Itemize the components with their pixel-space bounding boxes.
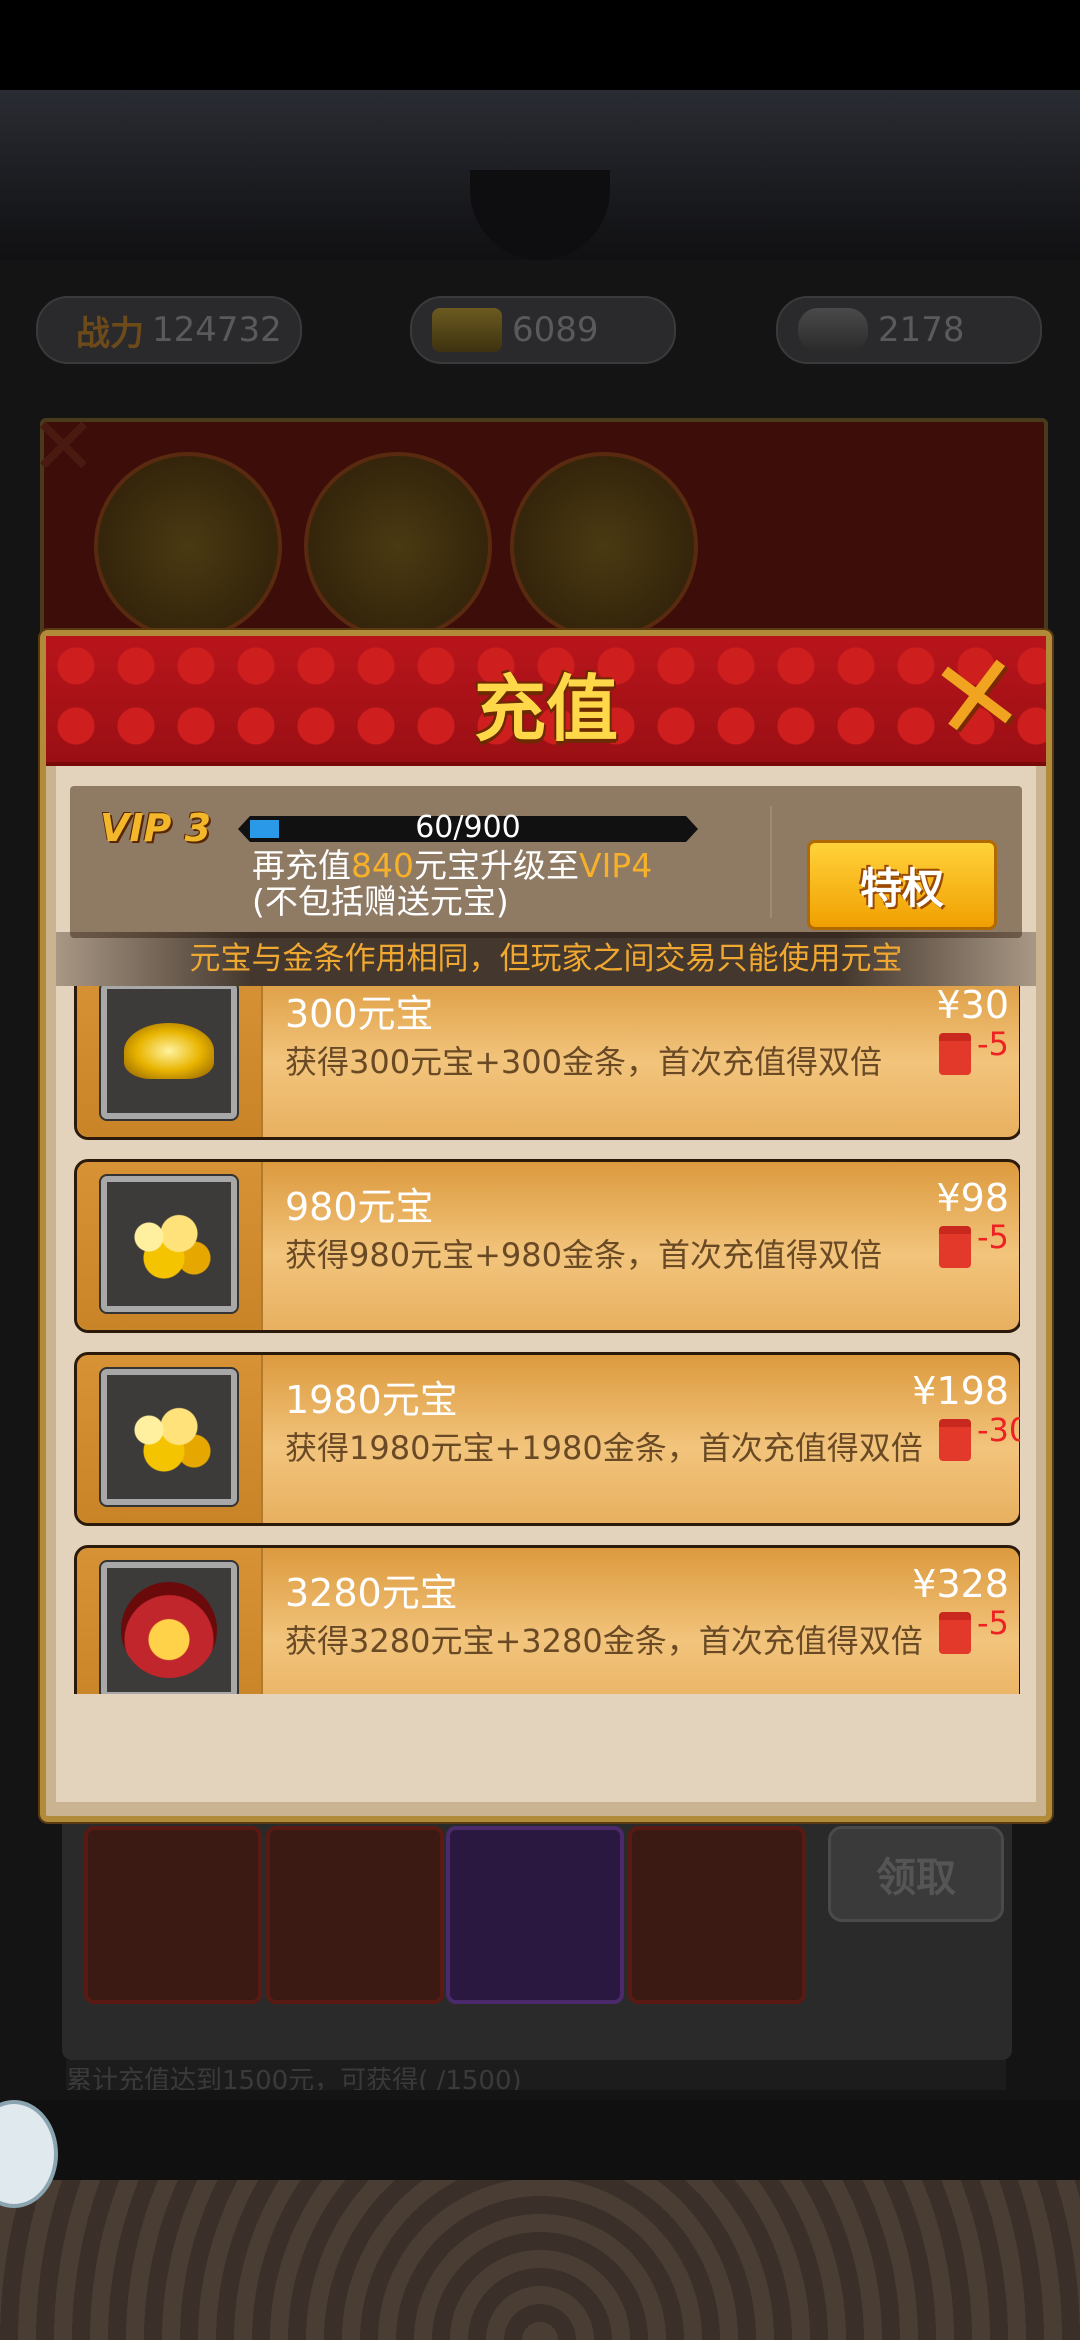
gem-chest-icon[interactable] — [446, 1826, 624, 2004]
vip-progress-text: 60/900 — [415, 810, 521, 845]
vip-msg-prefix: 再充值 — [252, 846, 351, 885]
vip-level-label: VIP 3 — [100, 806, 212, 850]
wave-pattern-footer — [0, 2180, 1080, 2340]
silver-value: 2178 — [878, 310, 965, 350]
dialog-title: 充值 — [473, 667, 618, 751]
package-desc: 获得3280元宝+3280金条，首次充值得双倍 — [285, 1622, 923, 1660]
package-title: 300元宝 — [285, 992, 434, 1036]
package-icon-box — [77, 986, 263, 1137]
gold-bar-icon — [432, 308, 502, 352]
package-row[interactable]: 300元宝 获得300元宝+300金条，首次充值得双倍 ¥30 -5 — [74, 986, 1020, 1140]
package-discount: -5 — [977, 1604, 1009, 1642]
package-title: 3280元宝 — [285, 1571, 458, 1615]
gold-chest-icon[interactable] — [628, 1826, 806, 2004]
dialog-footer — [70, 1694, 1022, 1788]
gold-ingot-icon — [101, 986, 237, 1119]
roof-header — [0, 90, 1080, 260]
power-value: 124732 — [152, 310, 282, 350]
stats-row: 战力 124732 6089 2178 — [0, 296, 1080, 366]
red-envelope-icon — [939, 1226, 971, 1268]
package-price: ¥198 — [912, 1369, 1009, 1413]
bottom-tab-row — [0, 2100, 1080, 2180]
package-price: ¥98 — [936, 1176, 1009, 1220]
claim-button[interactable]: 领取 — [828, 1826, 1004, 1922]
vip-msg-target: VIP4 — [579, 846, 653, 885]
package-icon-box — [77, 1355, 263, 1523]
recharge-dialog: 充值 ✕ VIP 3 60/900 再充值840元宝升级至VIP4 (不包括赠送… — [40, 627, 1052, 1822]
package-desc: 获得300元宝+300金条，首次充值得双倍 — [285, 1043, 882, 1081]
package-price: ¥328 — [912, 1562, 1009, 1606]
event-tree-icon[interactable] — [94, 452, 282, 640]
banner-close-icon: ✕ — [30, 400, 98, 493]
package-discount: -5 — [977, 1025, 1009, 1063]
event-banner — [40, 418, 1048, 656]
cumulative-recharge-text: 累计充值达到1500元，可获得( /1500) — [66, 2060, 1006, 2090]
power-label: 战力 — [76, 313, 144, 354]
vip-msg-note: (不包括赠送元宝) — [252, 882, 509, 921]
privilege-button[interactable]: 特权 — [807, 840, 997, 930]
treasure-bag-icon — [101, 1562, 237, 1694]
package-title: 980元宝 — [285, 1185, 434, 1229]
red-envelope-icon — [939, 1419, 971, 1461]
package-icon-box — [77, 1162, 263, 1330]
notice-banner: 元宝与金条作用相同，但玩家之间交易只能使用元宝 — [56, 932, 1036, 986]
vip-divider — [770, 806, 772, 918]
package-title: 1980元宝 — [285, 1378, 458, 1422]
gold-coins-icon — [101, 1369, 237, 1505]
roof-ornament — [470, 170, 610, 260]
package-price: ¥30 — [936, 986, 1009, 1027]
package-row[interactable]: 980元宝 获得980元宝+980金条，首次充值得双倍 ¥98 -5 — [74, 1159, 1020, 1333]
dialog-header: 充值 ✕ — [46, 627, 1046, 767]
gold-value: 6089 — [512, 310, 599, 350]
package-row[interactable]: 3280元宝 获得3280元宝+3280金条，首次充值得双倍 ¥328 -5 — [74, 1545, 1020, 1694]
red-envelope-icon — [939, 1033, 971, 1075]
silver-ingot-icon — [798, 308, 868, 352]
vip-msg-amount: 840 — [351, 846, 414, 885]
gold-stat: 6089 — [410, 296, 676, 364]
silver-stat: 2178 — [776, 296, 1042, 364]
package-discount: -30 — [977, 1411, 1020, 1449]
power-stat: 战力 124732 — [36, 296, 302, 364]
package-icon-box — [77, 1548, 263, 1694]
gold-ingot-pile-icon — [101, 1176, 237, 1312]
package-row[interactable]: 1980元宝 获得1980元宝+1980金条，首次充值得双倍 ¥198 -30 — [74, 1352, 1020, 1526]
package-discount: -5 — [977, 1218, 1009, 1256]
event-shop-icon[interactable] — [510, 452, 698, 640]
status-bar-area — [0, 0, 1080, 90]
chest-icon[interactable] — [266, 1826, 444, 2004]
event-online-icon[interactable] — [304, 452, 492, 640]
red-envelope-icon — [939, 1612, 971, 1654]
package-desc: 获得1980元宝+1980金条，首次充值得双倍 — [285, 1429, 923, 1467]
dialog-body: VIP 3 60/900 再充值840元宝升级至VIP4 (不包括赠送元宝) 特… — [56, 766, 1036, 1802]
vip-upgrade-message: 再充值840元宝升级至VIP4 (不包括赠送元宝) — [252, 848, 672, 920]
vip-panel: VIP 3 60/900 再充值840元宝升级至VIP4 (不包括赠送元宝) 特… — [70, 786, 1022, 938]
close-icon[interactable]: ✕ — [915, 627, 1039, 767]
chest-icon[interactable] — [84, 1826, 262, 2004]
vip-msg-middle: 元宝升级至 — [414, 846, 579, 885]
package-desc: 获得980元宝+980金条，首次充值得双倍 — [285, 1236, 882, 1274]
package-list[interactable]: 300元宝 获得300元宝+300金条，首次充值得双倍 ¥30 -5 980元宝… — [74, 986, 1020, 1694]
